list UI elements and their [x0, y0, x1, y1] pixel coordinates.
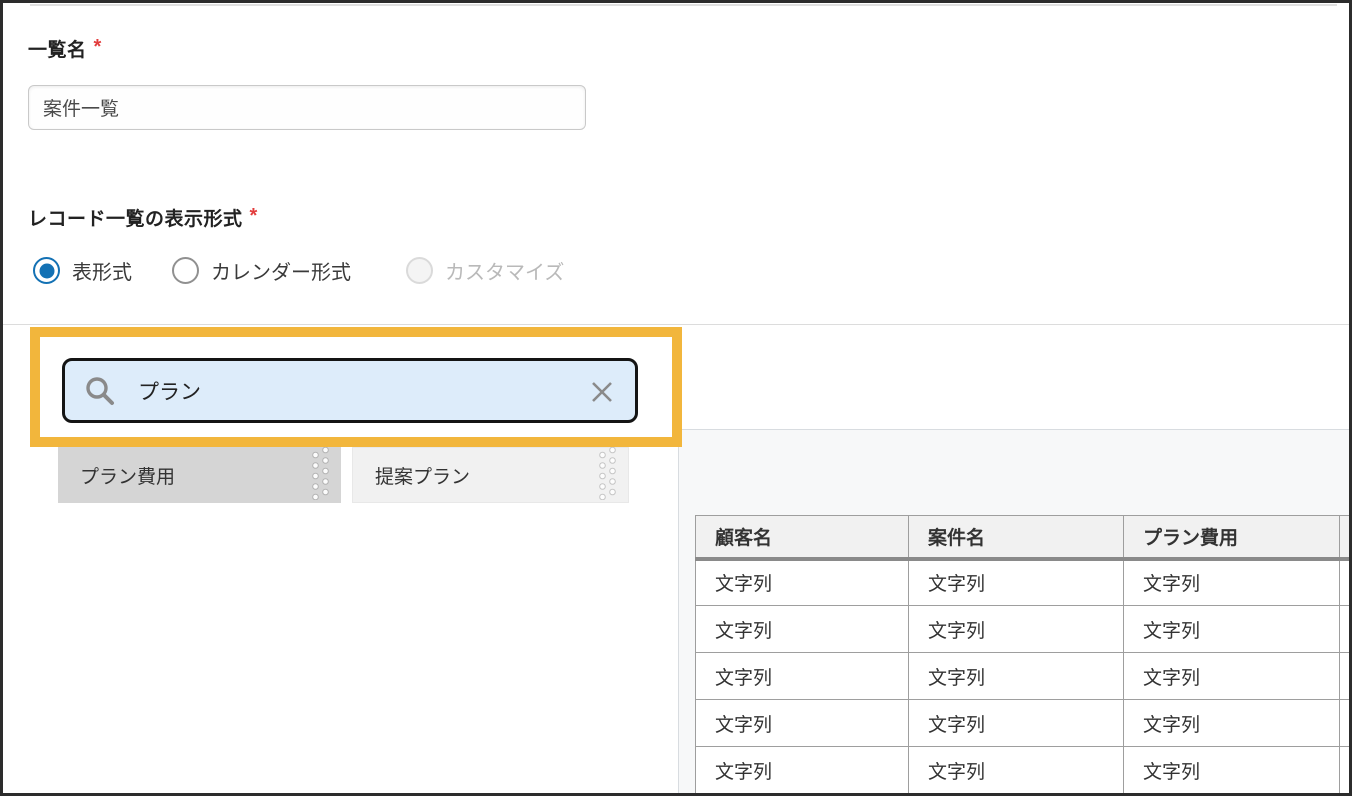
section-divider [3, 324, 1349, 325]
list-name-input[interactable] [28, 85, 586, 130]
table-cell: 文字列 [696, 653, 909, 700]
radio-selected-icon[interactable] [33, 257, 60, 284]
radio-label: カスタマイズ [445, 256, 564, 285]
table-cell: 文字列 [1124, 559, 1340, 606]
column-header: 顧客名 [696, 516, 909, 559]
display-format-radio-group: 表形式 カレンダー形式 カスタマイズ [3, 256, 1349, 288]
record-preview-table: 顧客名 案件名 プラン費用 文字列 文字列 文字列 文字列 文字列 文字列 文字… [695, 515, 1352, 794]
table-cell: 文字列 [909, 606, 1124, 653]
table-row: 文字列 文字列 文字列 [696, 700, 1352, 747]
column-header [1340, 516, 1352, 559]
radio-label: 表形式 [72, 256, 132, 285]
display-format-label: レコード一覧の表示形式 * [28, 204, 258, 231]
list-view-settings-page: 一覧名 * レコード一覧の表示形式 * 表形式 カレンダー形式 カスタマイズ 顧客名… [0, 0, 1352, 796]
table-cell: 文字列 [1124, 653, 1340, 700]
table-cell: 文字列 [909, 653, 1124, 700]
drag-handle-icon[interactable] [594, 444, 621, 506]
column-header: プラン費用 [1124, 516, 1340, 559]
x-mark-icon [590, 392, 614, 407]
required-asterisk: * [94, 36, 102, 58]
radio-calendar-format[interactable]: カレンダー形式 [172, 256, 351, 285]
field-search-input[interactable] [65, 361, 635, 420]
radio-customize-format: カスタマイズ [406, 256, 564, 285]
required-asterisk: * [250, 205, 258, 227]
display-format-label-text: レコード一覧の表示形式 [28, 209, 243, 230]
clear-search-button[interactable] [587, 378, 617, 408]
field-chip-proposal-plan[interactable]: 提案プラン [352, 447, 629, 503]
table-row: 文字列 文字列 文字列 [696, 559, 1352, 606]
list-name-label-text: 一覧名 [28, 40, 87, 61]
table-cell [1340, 653, 1352, 700]
table-cell: 文字列 [696, 606, 909, 653]
table-cell: 文字列 [1124, 700, 1340, 747]
list-name-label: 一覧名 * [28, 35, 102, 62]
column-header: 案件名 [909, 516, 1124, 559]
table-cell: 文字列 [909, 747, 1124, 794]
radio-disabled-icon [406, 257, 433, 284]
drag-handle-icon[interactable] [307, 444, 334, 506]
radio-label: カレンダー形式 [211, 256, 351, 285]
field-chip-label: プラン費用 [80, 462, 341, 489]
table-header-row: 顧客名 案件名 プラン費用 [696, 516, 1352, 559]
top-divider [30, 4, 1337, 6]
field-chip-plan-cost[interactable]: プラン費用 [58, 447, 341, 503]
table-row: 文字列 文字列 文字列 [696, 653, 1352, 700]
table-cell: 文字列 [909, 700, 1124, 747]
table-cell [1340, 747, 1352, 794]
field-search-box [62, 358, 638, 423]
table-row: 文字列 文字列 文字列 [696, 606, 1352, 653]
table-cell: 文字列 [1124, 606, 1340, 653]
field-chip-label: 提案プラン [375, 462, 628, 489]
table-cell: 文字列 [696, 700, 909, 747]
table-cell [1340, 606, 1352, 653]
table-row: 文字列 文字列 文字列 [696, 747, 1352, 794]
table-cell [1340, 700, 1352, 747]
table-cell: 文字列 [696, 747, 909, 794]
radio-unselected-icon[interactable] [172, 257, 199, 284]
table-cell: 文字列 [909, 559, 1124, 606]
table-cell [1340, 559, 1352, 606]
radio-table-format[interactable]: 表形式 [33, 256, 132, 285]
table-cell: 文字列 [1124, 747, 1340, 794]
table-cell: 文字列 [696, 559, 909, 606]
